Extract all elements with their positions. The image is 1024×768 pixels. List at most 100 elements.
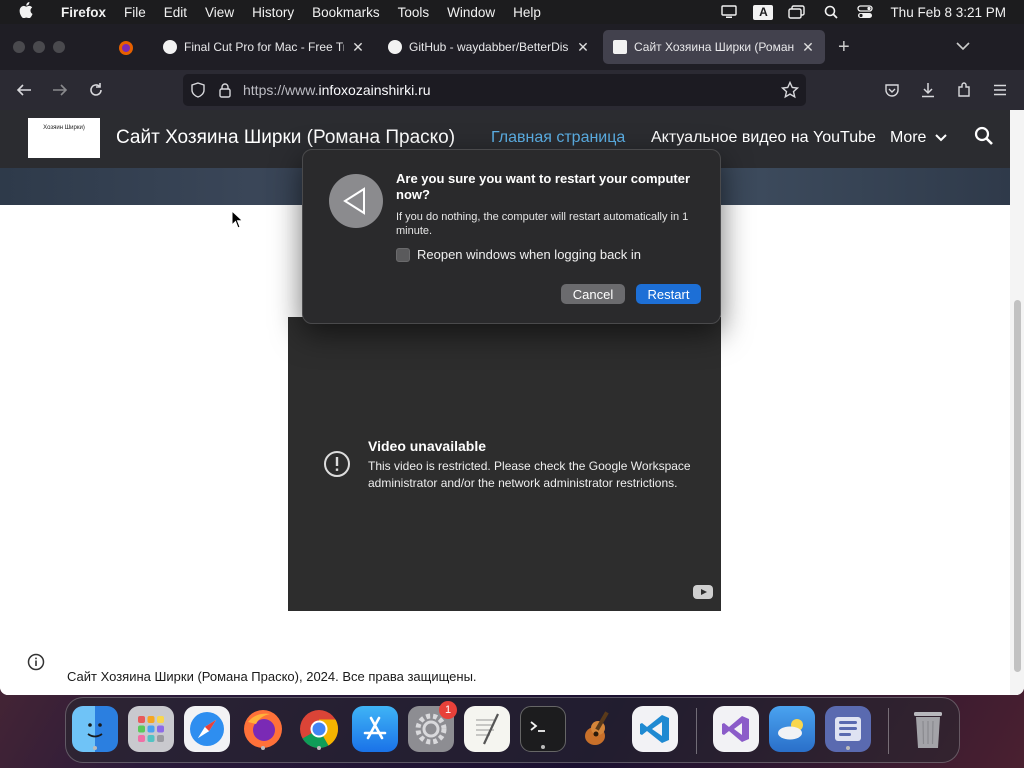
- menu-window[interactable]: Window: [438, 5, 504, 20]
- close-tab-icon[interactable]: ✕: [576, 39, 590, 56]
- trash-icon[interactable]: [905, 706, 951, 752]
- tab-strip: Final Cut Pro for Mac - Free Tria ✕ GitH…: [0, 24, 1024, 70]
- minimize-window-button[interactable]: [33, 41, 45, 53]
- dock: 1: [65, 697, 960, 763]
- nav-more-label: More: [890, 129, 927, 146]
- nav-bar: https://www.infoxozainshirki.ru: [0, 70, 1024, 110]
- menu-file[interactable]: File: [115, 5, 155, 20]
- close-tab-icon[interactable]: ✕: [351, 39, 365, 56]
- tracking-protection-icon[interactable]: [188, 80, 208, 100]
- tab-title: Сайт Хозяина Ширки (Романа: [634, 40, 794, 54]
- running-indicator: [541, 745, 545, 749]
- site-logo[interactable]: Хозяин Ширки): [28, 118, 100, 158]
- vscode-icon[interactable]: [632, 706, 678, 752]
- close-window-button[interactable]: [13, 41, 25, 53]
- window-controls: [0, 41, 108, 53]
- forward-icon[interactable]: [48, 78, 72, 102]
- apple-menu-icon[interactable]: [0, 2, 52, 22]
- new-tab-icon[interactable]: +: [838, 36, 850, 59]
- list-all-tabs-icon[interactable]: [956, 38, 970, 54]
- chrome-icon[interactable]: [296, 706, 342, 752]
- scrollbar-thumb[interactable]: [1014, 300, 1021, 672]
- running-indicator: [317, 746, 321, 750]
- menu-bookmarks[interactable]: Bookmarks: [303, 5, 389, 20]
- system-settings-icon[interactable]: 1: [408, 701, 457, 752]
- screen-mirroring-icon[interactable]: [780, 0, 814, 24]
- utility-app-icon[interactable]: [825, 706, 871, 752]
- menu-bar: Firefox File Edit View History Bookmarks…: [0, 0, 1024, 24]
- spotlight-search-icon[interactable]: [814, 0, 848, 24]
- downloads-icon[interactable]: [916, 78, 940, 102]
- reload-icon[interactable]: [84, 78, 108, 102]
- menu-view[interactable]: View: [196, 5, 243, 20]
- nav-link-youtube[interactable]: Актуальное видео на YouTube: [651, 129, 876, 147]
- finder-icon[interactable]: [72, 706, 118, 752]
- youtube-logo-icon[interactable]: [693, 585, 713, 599]
- url-text: https://www.infoxozainshirki.ru: [243, 82, 431, 98]
- close-tab-icon[interactable]: ✕: [801, 39, 815, 56]
- video-player[interactable]: Video unavailable This video is restrict…: [288, 317, 721, 611]
- menu-history[interactable]: History: [243, 5, 303, 20]
- launchpad-icon[interactable]: [128, 706, 174, 752]
- terminal-icon[interactable]: [520, 706, 566, 752]
- visual-studio-icon[interactable]: [713, 706, 759, 752]
- restart-dialog: Are you sure you want to restart your co…: [302, 149, 721, 324]
- tab-title: Final Cut Pro for Mac - Free Tria: [184, 40, 344, 54]
- tab-github[interactable]: GitHub - waydabber/BetterDispl ✕: [378, 30, 600, 64]
- video-error-message: This video is restricted. Please check t…: [368, 459, 691, 490]
- dock-separator: [696, 708, 697, 754]
- tab-site[interactable]: Сайт Хозяина Ширки (Романа ✕: [603, 30, 825, 64]
- notification-badge: 1: [439, 701, 457, 719]
- safari-icon[interactable]: [184, 706, 230, 752]
- display-icon[interactable]: [712, 0, 746, 24]
- nav-more-menu[interactable]: More: [890, 129, 947, 147]
- back-icon[interactable]: [12, 78, 36, 102]
- dialog-title: Are you sure you want to restart your co…: [396, 171, 691, 202]
- weather-icon[interactable]: [769, 706, 815, 752]
- dialog-message: If you do nothing, the computer will res…: [396, 211, 689, 237]
- pocket-icon[interactable]: [880, 78, 904, 102]
- menu-clock[interactable]: Thu Feb 8 3:21 PM: [882, 5, 1024, 20]
- video-error-title: Video unavailable: [368, 438, 487, 454]
- menu-help[interactable]: Help: [504, 5, 550, 20]
- running-indicator: [93, 746, 97, 750]
- bookmark-star-icon[interactable]: [780, 80, 800, 100]
- garageband-icon[interactable]: [576, 706, 622, 752]
- site-title[interactable]: Сайт Хозяина Ширки (Романа Праско): [116, 127, 455, 149]
- dock-separator: [888, 708, 889, 754]
- firefox-view-icon[interactable]: [118, 40, 134, 61]
- zoom-window-button[interactable]: [53, 41, 65, 53]
- menu-app-name[interactable]: Firefox: [52, 5, 115, 20]
- app-store-icon[interactable]: [352, 706, 398, 752]
- restart-icon: [329, 174, 383, 228]
- lock-icon[interactable]: [215, 80, 235, 100]
- site-search-icon[interactable]: [974, 126, 996, 148]
- info-icon[interactable]: [27, 653, 45, 671]
- menu-edit[interactable]: Edit: [155, 5, 196, 20]
- input-source-icon[interactable]: A: [746, 0, 780, 24]
- reopen-windows-option[interactable]: Reopen windows when logging back in: [396, 247, 641, 262]
- reopen-windows-label: Reopen windows when logging back in: [417, 247, 642, 262]
- warning-icon: [323, 450, 351, 478]
- firefox-icon[interactable]: [240, 706, 286, 752]
- final-cut-icon: [163, 40, 177, 54]
- hamburger-menu-icon[interactable]: [988, 78, 1012, 102]
- url-bar[interactable]: https://www.infoxozainshirki.ru: [183, 74, 806, 106]
- site-footer: Сайт Хозяина Ширки (Романа Праско), 2024…: [67, 669, 477, 684]
- restart-button[interactable]: Restart: [636, 284, 701, 304]
- nav-link-home[interactable]: Главная страница: [491, 129, 625, 147]
- github-icon: [388, 40, 402, 54]
- cancel-button[interactable]: Cancel: [561, 284, 625, 304]
- reopen-windows-checkbox[interactable]: [396, 247, 410, 262]
- browser-window: Final Cut Pro for Mac - Free Tria ✕ GitH…: [0, 24, 1024, 695]
- menu-tools[interactable]: Tools: [389, 5, 439, 20]
- running-indicator: [261, 746, 265, 750]
- extensions-icon[interactable]: [952, 78, 976, 102]
- page-scrollbar[interactable]: [1010, 110, 1024, 695]
- control-center-icon[interactable]: [848, 0, 882, 24]
- running-indicator: [846, 746, 850, 750]
- mouse-cursor-icon: [231, 209, 245, 230]
- tab-final-cut[interactable]: Final Cut Pro for Mac - Free Tria ✕: [153, 30, 375, 64]
- tab-title: GitHub - waydabber/BetterDispl: [409, 40, 569, 54]
- textedit-icon[interactable]: [464, 706, 510, 752]
